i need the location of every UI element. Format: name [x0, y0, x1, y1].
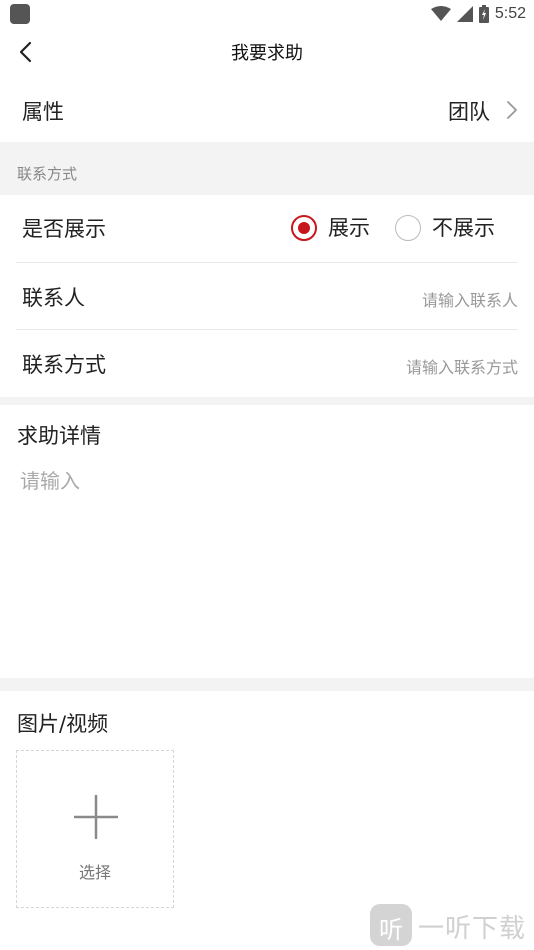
status-bar: 5:52	[0, 0, 534, 28]
radio-hide[interactable]	[395, 215, 421, 241]
attribute-label: 属性	[22, 100, 64, 124]
contact-section-title: 联系方式	[17, 165, 78, 183]
upload-button[interactable]: 选择	[16, 750, 174, 908]
chevron-right-icon	[507, 101, 517, 119]
app-notification-icon	[10, 4, 30, 24]
battery-icon	[478, 5, 489, 23]
section-separator	[0, 678, 534, 691]
header: 我要求助	[0, 28, 534, 74]
section-separator	[0, 397, 534, 405]
watermark-icon-char: 听	[379, 916, 403, 944]
contact-person-label: 联系人	[22, 286, 85, 310]
page-title: 我要求助	[231, 43, 303, 64]
contact-method-label: 联系方式	[22, 353, 106, 377]
contact-method-input[interactable]: 请输入联系方式	[406, 354, 518, 378]
media-title: 图片/视频	[17, 712, 109, 736]
attribute-row[interactable]: 属性 团队	[0, 80, 534, 142]
watermark-text: 一听下载	[418, 914, 527, 944]
contact-person-row[interactable]: 联系人 请输入联系人	[0, 263, 534, 330]
status-time: 5:52	[494, 5, 526, 22]
plus-icon	[74, 795, 118, 839]
contact-method-row[interactable]: 联系方式 请输入联系方式	[0, 330, 534, 397]
section-separator	[0, 142, 534, 195]
upload-label: 选择	[78, 863, 111, 882]
contact-person-input[interactable]: 请输入联系人	[422, 287, 518, 311]
radio-hide-label[interactable]: 不展示	[432, 212, 495, 242]
wifi-icon	[430, 6, 451, 21]
signal-icon	[456, 6, 473, 22]
status-icons: 5:52	[430, 3, 526, 25]
details-textarea[interactable]: 请输入	[20, 465, 514, 665]
details-title: 求助详情	[17, 424, 101, 448]
attribute-value: 团队	[448, 100, 490, 124]
watermark-icon: 听	[370, 904, 412, 946]
watermark-logo: 听 一听下载	[370, 904, 532, 948]
show-contact-row: 是否展示 展示 不展示	[0, 195, 534, 262]
radio-show-label[interactable]: 展示	[328, 212, 370, 242]
show-contact-label: 是否展示	[22, 217, 106, 241]
radio-show[interactable]	[291, 215, 317, 241]
